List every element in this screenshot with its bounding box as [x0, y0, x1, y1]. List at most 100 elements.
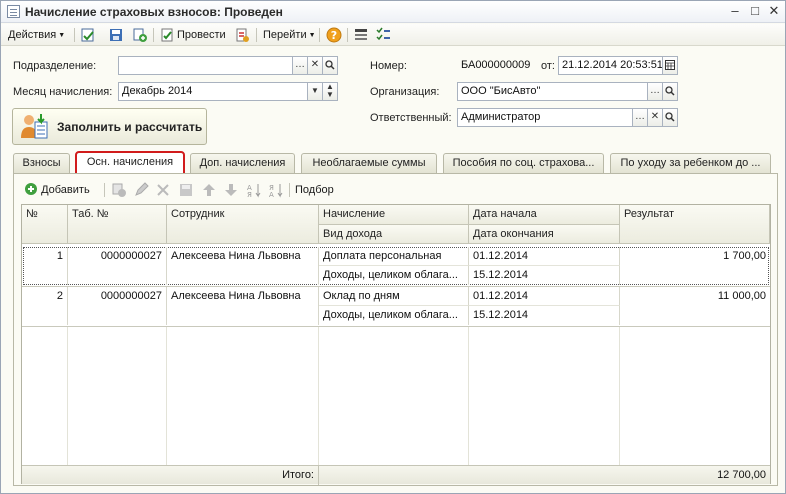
subdivision-label: Подразделение: [13, 60, 97, 72]
calendar-icon [665, 60, 675, 70]
goto-menu-label: Перейти [263, 29, 307, 41]
users-calculate-icon [21, 114, 48, 139]
month-label: Месяц начисления: [13, 86, 113, 98]
svg-text:A: A [269, 191, 274, 198]
cell-result[interactable]: 1 700,00 [620, 247, 770, 285]
help-icon[interactable]: ? [326, 27, 342, 43]
number-label: Номер: [370, 60, 407, 72]
svg-text:Я: Я [247, 191, 252, 198]
copy-row-icon[interactable] [111, 182, 127, 198]
cell-employee[interactable]: Алексеева Нина Львовна [167, 247, 319, 285]
selection-button[interactable]: Подбор [295, 182, 334, 198]
responsible-select-button[interactable]: … [632, 108, 648, 127]
move-down-icon[interactable] [223, 182, 239, 198]
cell-start-date[interactable]: 01.12.2014 [469, 287, 620, 306]
subdivision-clear-button[interactable]: ✕ [307, 56, 323, 75]
cell-accrual[interactable]: Оклад по дням [319, 287, 469, 306]
cell-tab-num[interactable]: 0000000027 [68, 287, 167, 325]
tab-panel: Добавить AЯ ЯA Подбор № Таб. № Сотрудник… [13, 173, 778, 486]
magnifier-icon [665, 86, 675, 96]
grid-toolbar: Добавить AЯ ЯA Подбор [14, 180, 777, 200]
header-num[interactable]: № [22, 205, 68, 244]
document-window: Начисление страховых взносов: Проведен –… [0, 0, 786, 494]
cell-result[interactable]: 11 000,00 [620, 287, 770, 325]
responsible-field[interactable]: Администратор [457, 108, 633, 127]
title-bar: Начисление страховых взносов: Проведен –… [1, 1, 785, 23]
delete-row-icon[interactable] [155, 182, 171, 198]
cell-num[interactable]: 1 [22, 247, 68, 285]
end-edit-icon[interactable] [178, 182, 194, 198]
minimize-button[interactable]: – [727, 4, 743, 19]
header-tab-num[interactable]: Таб. № [68, 205, 167, 244]
add-row-label: Добавить [41, 184, 90, 196]
header-end-date[interactable]: Дата окончания [469, 225, 620, 244]
row-divider [22, 326, 770, 327]
subdivision-field[interactable] [118, 56, 293, 75]
responsible-open-button[interactable] [662, 108, 678, 127]
subdivision-open-button[interactable] [322, 56, 338, 75]
tab-child-care[interactable]: По уходу за ребенком до ... [610, 153, 771, 173]
organization-open-button[interactable] [662, 82, 678, 101]
post-and-close-icon[interactable] [80, 27, 96, 43]
print-document-icon[interactable] [234, 27, 250, 43]
fill-and-calculate-label: Заполнить и рассчитать [57, 120, 203, 134]
header-result[interactable]: Результат [620, 205, 770, 244]
window-title: Начисление страховых взносов: Проведен [25, 5, 283, 19]
subdivision-select-button[interactable]: … [292, 56, 308, 75]
svg-text:?: ? [331, 29, 337, 42]
cell-end-date[interactable]: 15.12.2014 [469, 266, 620, 285]
number-field[interactable]: БА000000009 [457, 56, 535, 75]
tab-social-insurance-benefits[interactable]: Пособия по соц. страхова... [443, 153, 604, 173]
organization-field[interactable]: ООО "БисАвто" [457, 82, 648, 101]
header-start-date[interactable]: Дата начала [469, 205, 620, 225]
save-icon[interactable] [108, 27, 124, 43]
chevron-down-icon: ▼ [311, 86, 319, 95]
sort-descending-icon[interactable]: ЯA [268, 182, 284, 198]
organization-label: Организация: [370, 86, 440, 98]
maximize-button[interactable]: □ [747, 4, 763, 19]
header-income-type[interactable]: Вид дохода [319, 225, 469, 244]
add-icon [25, 183, 37, 195]
edit-row-icon[interactable] [133, 182, 149, 198]
cell-income-type[interactable]: Доходы, целиком облага... [319, 306, 469, 325]
cell-num[interactable]: 2 [22, 287, 68, 325]
structure-icon[interactable] [353, 27, 369, 43]
date-from-label: от: [541, 60, 555, 72]
header-accrual[interactable]: Начисление [319, 205, 469, 225]
move-up-icon[interactable] [201, 182, 217, 198]
add-row-button[interactable]: Добавить [24, 182, 90, 198]
fill-and-calculate-button[interactable]: Заполнить и рассчитать [12, 108, 207, 145]
actions-menu[interactable]: Действия ▼ [8, 27, 65, 43]
movements-icon[interactable] [375, 27, 391, 43]
close-button[interactable]: ✕ [766, 4, 782, 19]
tab-additional-accruals[interactable]: Доп. начисления [190, 153, 295, 173]
cell-accrual[interactable]: Доплата персональная [319, 247, 469, 266]
month-dropdown-button[interactable]: ▼ [307, 82, 323, 101]
tab-non-taxable-amounts[interactable]: Необлагаемые суммы [301, 153, 437, 173]
cell-employee[interactable]: Алексеева Нина Львовна [167, 287, 319, 325]
responsible-label: Ответственный: [370, 112, 452, 124]
table-footer: Итого: 12 700,00 [22, 465, 770, 485]
copy-icon[interactable] [132, 27, 148, 43]
accruals-table: № Таб. № Сотрудник Начисление Вид дохода… [21, 204, 771, 485]
date-field[interactable]: 21.12.2014 20:53:51 [558, 56, 663, 75]
month-spin-button[interactable]: ▲ ▼ [322, 82, 338, 101]
header-employee[interactable]: Сотрудник [167, 205, 319, 244]
sort-ascending-icon[interactable]: AЯ [246, 182, 262, 198]
magnifier-icon [665, 112, 675, 122]
responsible-clear-button[interactable]: ✕ [647, 108, 663, 127]
tab-main-accruals[interactable]: Осн. начисления [75, 151, 185, 175]
magnifier-icon [325, 60, 335, 70]
calendar-button[interactable] [662, 56, 678, 75]
organization-select-button[interactable]: … [647, 82, 663, 101]
cell-tab-num[interactable]: 0000000027 [68, 247, 167, 285]
cell-end-date[interactable]: 15.12.2014 [469, 306, 620, 325]
goto-menu[interactable]: Перейти ▼ [263, 27, 316, 43]
toolbar: Действия ▼ Провести Перейти ▼ ? [1, 24, 785, 46]
cell-income-type[interactable]: Доходы, целиком облага... [319, 266, 469, 285]
cell-start-date[interactable]: 01.12.2014 [469, 247, 620, 266]
post-button[interactable]: Провести [177, 27, 226, 43]
month-field[interactable]: Декабрь 2014 [118, 82, 308, 101]
post-icon[interactable] [159, 27, 175, 43]
tab-contributions[interactable]: Взносы [13, 153, 70, 173]
